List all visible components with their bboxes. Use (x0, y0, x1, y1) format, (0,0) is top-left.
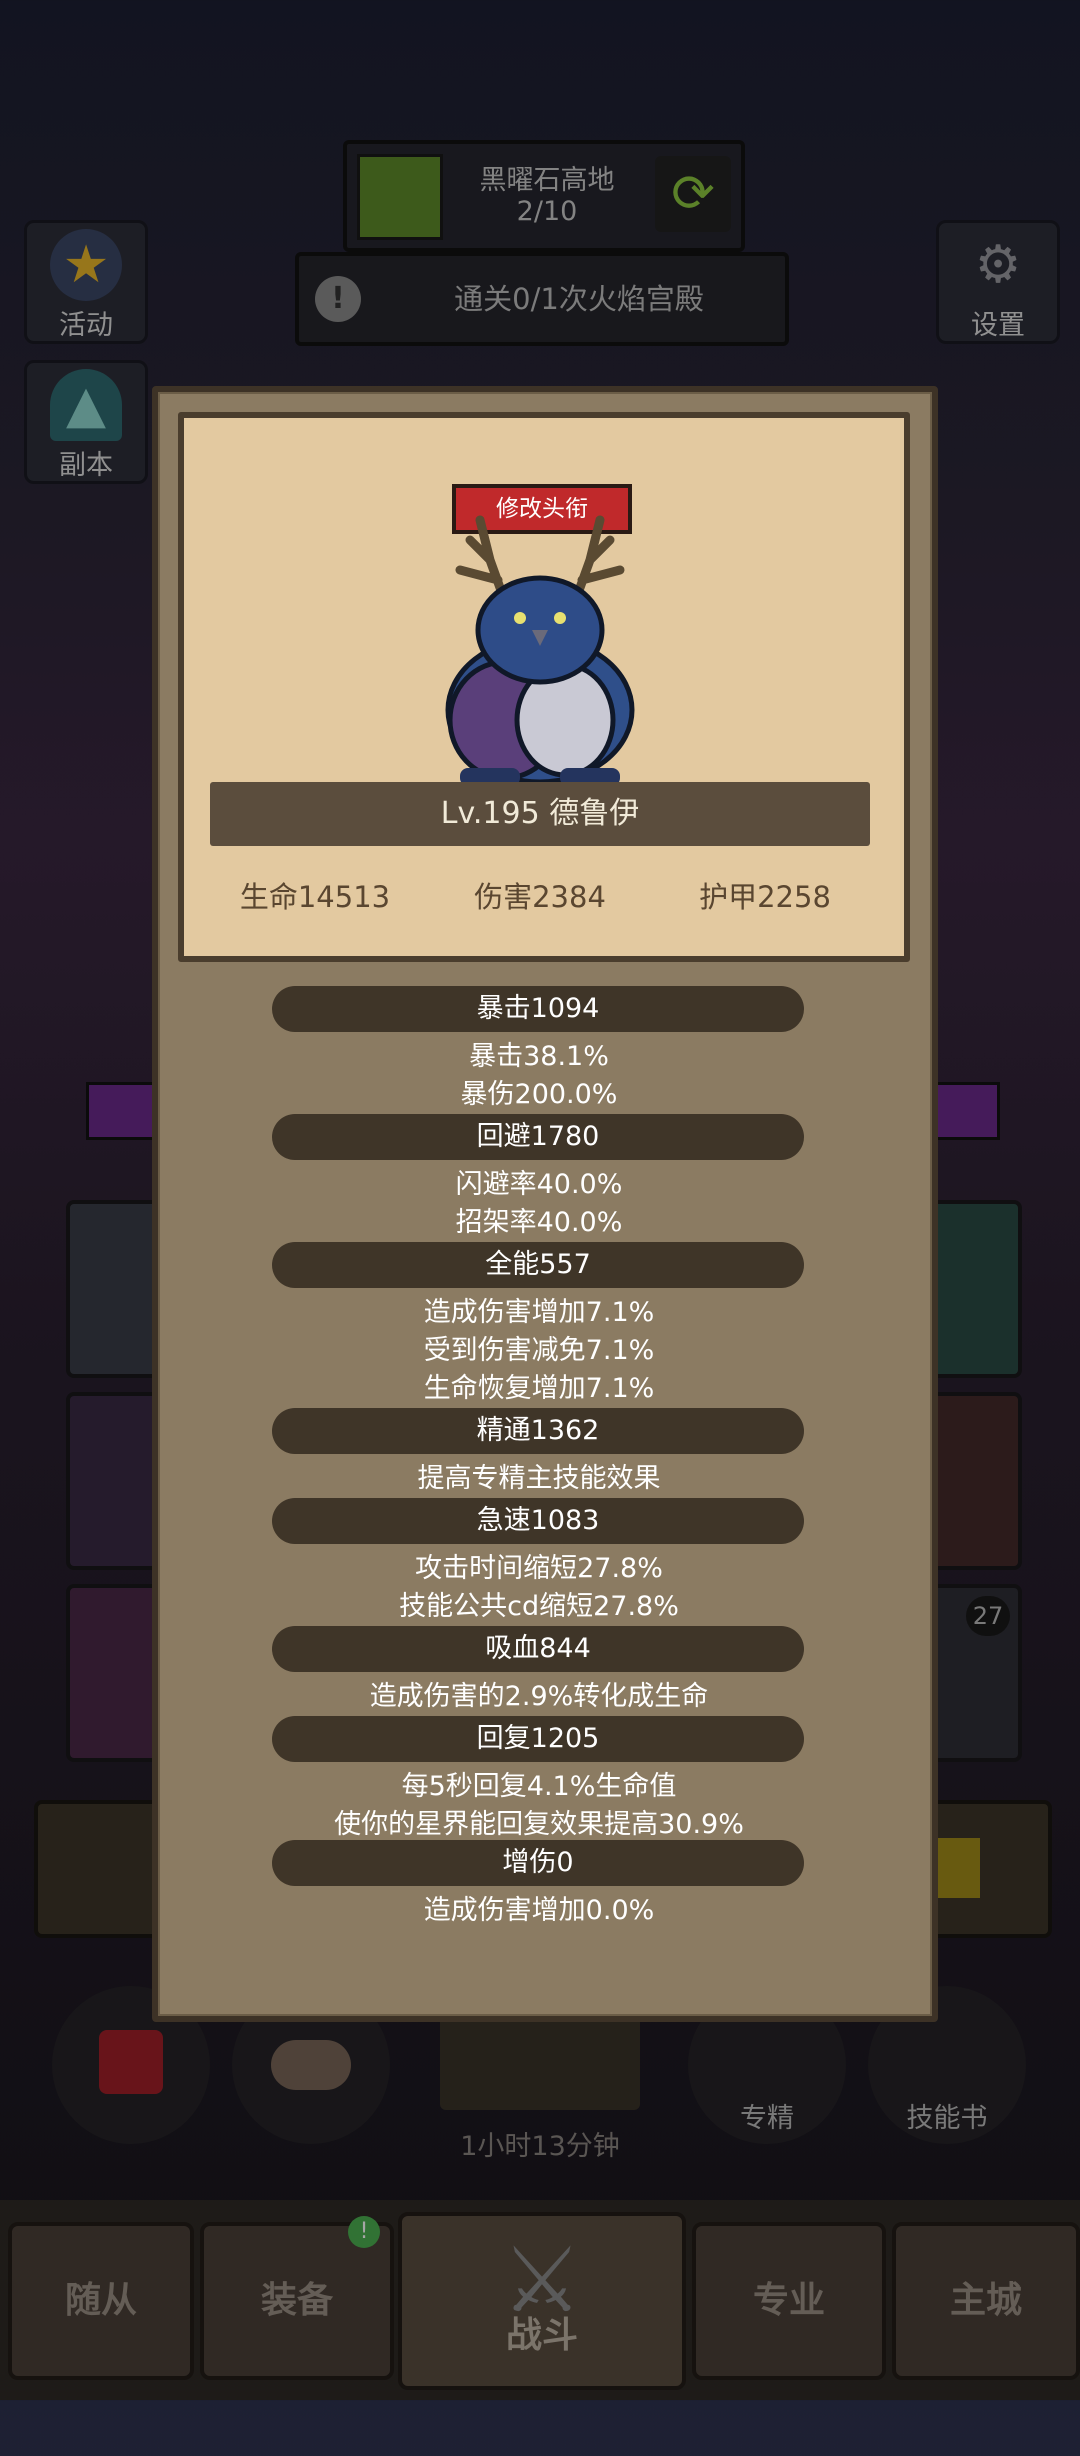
damage-bonus-effect: 造成伤害增加0.0% (423, 1895, 655, 1926)
refresh-icon[interactable]: ⟳ (655, 156, 731, 232)
bread-icon (271, 2040, 351, 2090)
armor-stat: 护甲2258 (699, 880, 831, 914)
settings-button[interactable]: ⚙ 设置 (936, 220, 1060, 344)
haste-header: 急速1083 (272, 1498, 804, 1544)
quest-bar[interactable]: ! 通关0/1次火焰宫殿 (295, 252, 789, 346)
slot-count-badge: 27 (966, 1596, 1010, 1636)
crit-header: 暴击1094 (272, 986, 804, 1032)
versatility-damage: 造成伤害增加7.1% (423, 1297, 655, 1328)
damage-bonus-header: 增伤0 (272, 1840, 804, 1886)
dungeon-door-icon: ▲ (50, 369, 122, 441)
star-icon: ★ (50, 229, 122, 301)
mastery-header: 精通1362 (272, 1408, 804, 1454)
dungeon-button[interactable]: ▲ 副本 (24, 360, 148, 484)
stage-panel[interactable]: 黑曜石高地 2/10 ⟳ (343, 140, 745, 252)
hero-name-bar: Lv.195 德鲁伊 (210, 782, 870, 846)
events-label: 活动 (59, 310, 113, 341)
nav-followers[interactable]: 随从 (8, 2222, 194, 2380)
skill-book-label: 技能书 (906, 2103, 988, 2134)
leech-header: 吸血844 (272, 1626, 804, 1672)
gear-icon: ⚙ (974, 235, 1022, 295)
haste-gcd: 技能公共cd缩短27.8% (399, 1591, 679, 1622)
quest-text: 通关0/1次火焰宫殿 (454, 282, 704, 316)
purple-bar-left (86, 1082, 162, 1140)
specialty-label: 专精 (740, 2103, 794, 2134)
leech-effect: 造成伤害的2.9%转化成生命 (369, 1681, 709, 1712)
dodge-rate: 闪避率40.0% (455, 1169, 623, 1200)
parry-rate: 招架率40.0% (455, 1207, 623, 1238)
settings-label: 设置 (971, 310, 1025, 341)
stage-progress: 2/10 (516, 196, 578, 227)
stage-thumbnail (357, 154, 443, 240)
hp-stat: 生命14513 (239, 880, 391, 914)
mastery-effect: 提高专精主技能效果 (417, 1463, 661, 1494)
regen-astral: 使你的星界能回复效果提高30.9% (334, 1809, 744, 1840)
crit-damage: 暴伤200.0% (460, 1079, 618, 1110)
avoidance-header: 回避1780 (272, 1114, 804, 1160)
exclamation-icon: ! (315, 276, 361, 322)
nav-battle[interactable]: ⚔ 战斗 (398, 2212, 686, 2390)
stage-name: 黑曜石高地 (479, 165, 615, 196)
nav-battle-label: 战斗 (505, 2315, 578, 2356)
crit-rate: 暴击38.1% (469, 1041, 609, 1072)
events-button[interactable]: ★ 活动 (24, 220, 148, 344)
versatility-healing: 生命恢复增加7.1% (423, 1373, 655, 1404)
potion-icon (99, 2030, 163, 2094)
druid-portrait (445, 515, 635, 786)
nav-profession[interactable]: 专业 (692, 2222, 886, 2380)
haste-attack-time: 攻击时间缩短27.8% (415, 1553, 663, 1584)
versatility-header: 全能557 (272, 1242, 804, 1288)
versatility-reduction: 受到伤害减免7.1% (423, 1335, 655, 1366)
nav-main-city[interactable]: 主城 (892, 2222, 1080, 2380)
damage-stat: 伤害2384 (474, 880, 606, 914)
dungeon-label: 副本 (59, 450, 113, 481)
chest-timer: 1小时13分钟 (460, 2131, 620, 2162)
notice-badge: ! (348, 2216, 380, 2248)
regen-per-5s: 每5秒回复4.1%生命值 (401, 1771, 677, 1802)
regen-header: 回复1205 (272, 1716, 804, 1762)
